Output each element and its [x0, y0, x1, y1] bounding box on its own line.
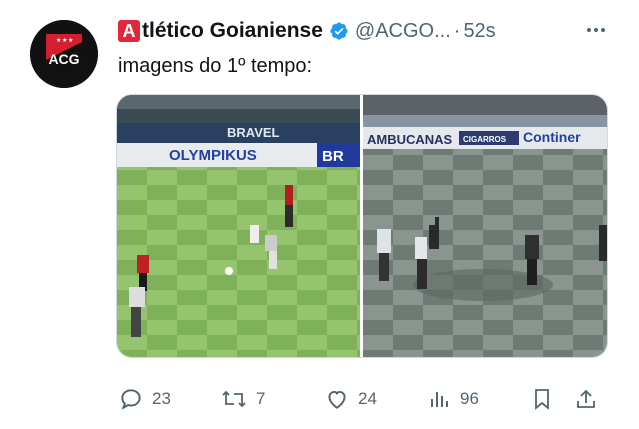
right-banner-2: CIGARROS	[463, 135, 507, 144]
views-button[interactable]: 96	[428, 386, 479, 412]
like-icon	[328, 390, 346, 409]
views-icon	[431, 392, 448, 407]
bookmark-button[interactable]	[530, 386, 554, 412]
right-banner-3: Continer	[523, 129, 581, 145]
media-grid: BRAVEL OLYMPIKUS BR AMBUCANAS CIGARROS C…	[116, 94, 608, 358]
bookmark-icon	[535, 389, 549, 410]
media-image-right[interactable]: AMBUCANAS CIGARROS Continer	[363, 95, 608, 358]
share-icon	[577, 389, 595, 408]
display-name[interactable]: A tlético Goianiense	[118, 19, 323, 43]
views-count: 96	[460, 389, 479, 408]
avatar[interactable]: ★ ★ ★ ACG	[30, 20, 98, 88]
like-count: 24	[358, 389, 377, 408]
tweet-actions: 23 7 24 96	[116, 386, 616, 412]
repost-count: 7	[256, 389, 266, 408]
svg-text:★: ★	[56, 37, 61, 44]
avatar-letters: ACG	[48, 51, 79, 67]
svg-text:BRAVEL: BRAVEL	[227, 125, 280, 140]
share-button[interactable]	[574, 386, 598, 412]
display-name-badge: A	[118, 20, 140, 42]
separator-dot: ·	[453, 19, 461, 42]
tweet-header: A tlético Goianiense @ACGO... · 52s	[118, 18, 496, 44]
timestamp[interactable]: 52s	[463, 20, 495, 43]
verified-badge-icon	[330, 22, 348, 40]
club-crest-icon: ★ ★ ★ ACG	[30, 20, 98, 88]
reply-count: 23	[152, 389, 171, 408]
reply-button[interactable]: 23	[118, 386, 171, 412]
right-banner-1: AMBUCANAS	[367, 132, 453, 147]
display-name-text: tlético Goianiense	[142, 19, 323, 42]
left-banner-2: BR	[322, 148, 344, 165]
user-handle[interactable]: @ACGO...	[355, 20, 451, 43]
repost-button[interactable]: 7	[220, 386, 265, 412]
like-button[interactable]: 24	[324, 386, 377, 412]
reply-icon	[121, 389, 141, 410]
media-image-left[interactable]: BRAVEL OLYMPIKUS BR	[117, 95, 360, 358]
repost-icon	[222, 390, 246, 408]
left-banner-1: OLYMPIKUS	[169, 147, 257, 164]
more-icon[interactable]	[583, 20, 609, 40]
tweet-text: imagens do 1º tempo:	[118, 55, 313, 77]
svg-text:★: ★	[68, 37, 73, 44]
svg-text:★: ★	[62, 37, 67, 44]
